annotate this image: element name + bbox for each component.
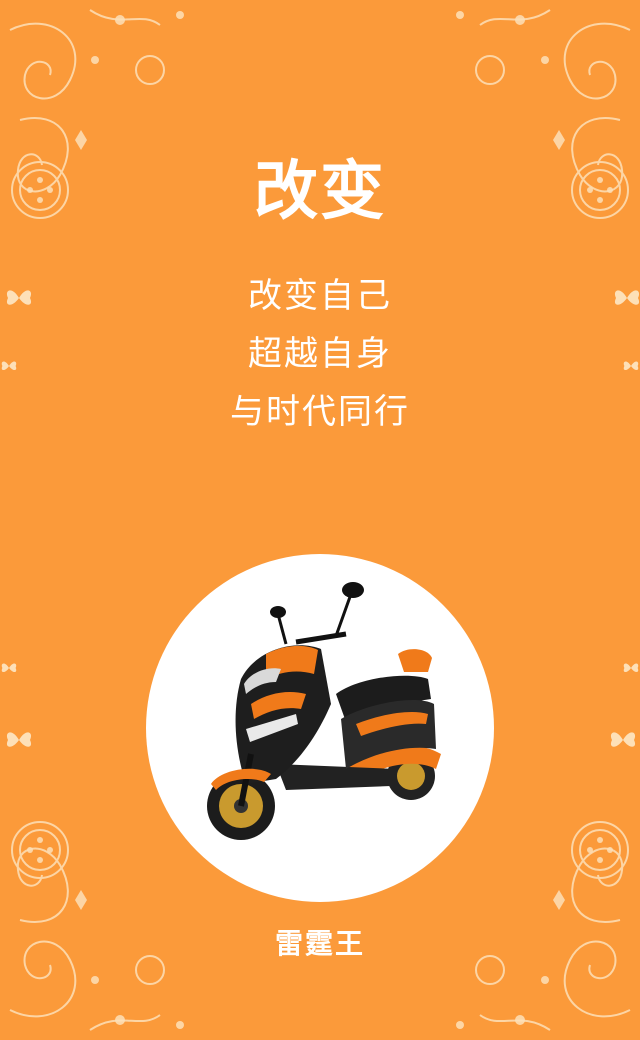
electric-scooter-image [207,582,441,840]
poster: 改变 改变自己 超越自身 与时代同行 雷霆王 [0,0,640,1040]
product-circle [146,554,494,902]
slogan-line-1: 改变自己 [248,276,392,316]
brand-name: 雷霆王 [274,927,365,960]
slogan-line-2: 超越自身 [248,334,392,374]
butterfly-icon [6,732,32,747]
butterfly-icon [610,732,636,747]
headline: 改变 [254,155,386,229]
butterfly-icon [623,663,639,673]
butterfly-icon [1,663,17,673]
slogan-line-3: 与时代同行 [230,392,410,432]
